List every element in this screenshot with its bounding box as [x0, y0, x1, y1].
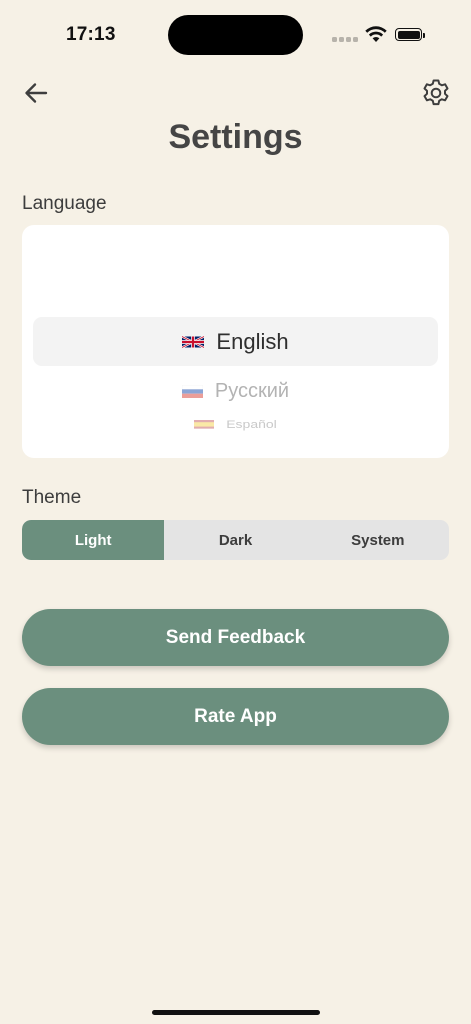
- gear-icon[interactable]: [420, 77, 452, 109]
- theme-label: Theme: [22, 487, 82, 508]
- theme-option-light[interactable]: Light: [22, 520, 165, 560]
- theme-option-system[interactable]: System: [307, 520, 449, 560]
- cellular-signal-icon: [332, 37, 358, 43]
- settings-screen: 17:13 Settings Language English Русский …: [0, 0, 471, 1024]
- language-option-label: English: [216, 329, 289, 354]
- send-feedback-button[interactable]: Send Feedback: [22, 609, 449, 666]
- russia-flag-icon: [181, 384, 203, 398]
- language-label: Language: [22, 193, 107, 214]
- language-option-english[interactable]: English: [22, 325, 449, 359]
- uk-flag-icon: [182, 335, 205, 349]
- wifi-icon: [365, 26, 387, 42]
- language-option-spanish[interactable]: Español: [22, 417, 449, 431]
- language-picker[interactable]: English Русский Español: [22, 225, 449, 458]
- page-title: Settings: [168, 118, 303, 156]
- language-option-label: Español: [226, 417, 277, 431]
- battery-icon: [395, 28, 422, 41]
- theme-option-dark[interactable]: Dark: [164, 520, 306, 560]
- status-time: 17:13: [66, 24, 116, 45]
- home-indicator[interactable]: [152, 1010, 320, 1015]
- language-option-russian[interactable]: Русский: [22, 377, 449, 405]
- spain-flag-icon: [194, 419, 215, 429]
- theme-segmented-control: Light Dark System: [22, 520, 449, 560]
- arrow-left-icon[interactable]: [22, 79, 50, 107]
- rate-app-button[interactable]: Rate App: [22, 688, 449, 745]
- dynamic-island: [168, 15, 303, 55]
- language-option-label: Русский: [214, 379, 290, 402]
